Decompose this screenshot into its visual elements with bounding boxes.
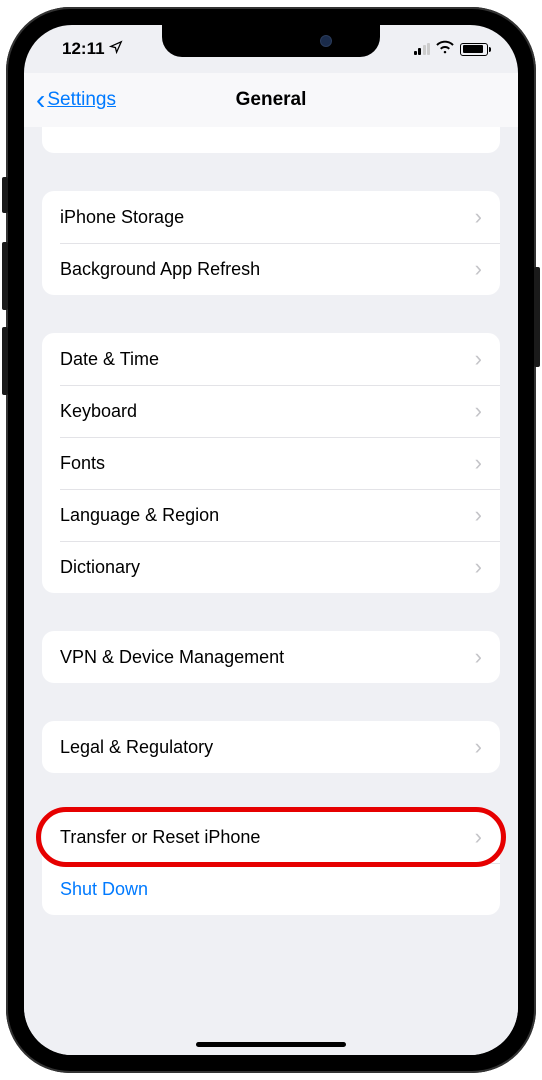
power-button	[534, 267, 540, 367]
row-language-region[interactable]: Language & Region ›	[42, 489, 500, 541]
front-camera	[320, 35, 332, 47]
home-indicator[interactable]	[196, 1042, 346, 1047]
volume-down-button	[2, 327, 8, 395]
row-transfer-reset[interactable]: Transfer or Reset iPhone ›	[42, 811, 500, 863]
row-label: Background App Refresh	[60, 259, 260, 280]
screen: 12:11 ‹	[24, 25, 518, 1055]
row-label: Language & Region	[60, 505, 219, 526]
row-keyboard[interactable]: Keyboard ›	[42, 385, 500, 437]
chevron-left-icon: ‹	[36, 86, 45, 114]
chevron-right-icon: ›	[475, 734, 482, 760]
chevron-right-icon: ›	[475, 256, 482, 282]
nav-bar: ‹ Settings General	[24, 73, 518, 127]
status-left: 12:11	[62, 39, 123, 59]
status-right	[414, 39, 489, 59]
chevron-right-icon: ›	[475, 450, 482, 476]
volume-up-button	[2, 242, 8, 310]
chevron-right-icon: ›	[475, 398, 482, 424]
chevron-right-icon: ›	[475, 204, 482, 230]
row-label: Dictionary	[60, 557, 140, 578]
section-group-1: iPhone Storage › Background App Refresh …	[42, 191, 500, 295]
chevron-right-icon: ›	[475, 824, 482, 850]
chevron-right-icon: ›	[475, 502, 482, 528]
mute-switch	[2, 177, 8, 213]
chevron-right-icon: ›	[475, 127, 482, 133]
row-dictionary[interactable]: Dictionary ›	[42, 541, 500, 593]
location-icon	[109, 39, 123, 59]
row-iphone-storage[interactable]: iPhone Storage ›	[42, 191, 500, 243]
row-fonts[interactable]: Fonts ›	[42, 437, 500, 489]
section-group-4: Legal & Regulatory ›	[42, 721, 500, 773]
section-group-0: CarPlay ›	[42, 127, 500, 153]
section-group-3: VPN & Device Management ›	[42, 631, 500, 683]
row-label: Date & Time	[60, 349, 159, 370]
wifi-icon	[436, 39, 454, 59]
row-label: iPhone Storage	[60, 207, 184, 228]
section-group-5: Transfer or Reset iPhone › Shut Down	[42, 811, 500, 915]
page-title: General	[236, 89, 307, 111]
row-carplay[interactable]: CarPlay ›	[42, 127, 500, 153]
battery-icon	[460, 43, 488, 56]
row-label: Transfer or Reset iPhone	[60, 827, 260, 848]
notch	[162, 25, 380, 57]
row-label: VPN & Device Management	[60, 647, 284, 668]
status-time: 12:11	[62, 39, 105, 59]
row-label: Fonts	[60, 453, 105, 474]
row-label: Legal & Regulatory	[60, 737, 213, 758]
cellular-signal-icon	[414, 43, 431, 55]
row-label: Shut Down	[60, 879, 148, 900]
row-shut-down[interactable]: Shut Down	[42, 863, 500, 915]
chevron-right-icon: ›	[475, 346, 482, 372]
chevron-right-icon: ›	[475, 644, 482, 670]
back-button[interactable]: ‹ Settings	[36, 86, 116, 114]
row-vpn-device-management[interactable]: VPN & Device Management ›	[42, 631, 500, 683]
row-background-refresh[interactable]: Background App Refresh ›	[42, 243, 500, 295]
phone-frame: 12:11 ‹	[6, 7, 536, 1073]
row-legal-regulatory[interactable]: Legal & Regulatory ›	[42, 721, 500, 773]
row-date-time[interactable]: Date & Time ›	[42, 333, 500, 385]
chevron-right-icon: ›	[475, 554, 482, 580]
content-scroll[interactable]: CarPlay › iPhone Storage › Background Ap…	[24, 127, 518, 1055]
back-label: Settings	[47, 89, 116, 111]
section-group-2: Date & Time › Keyboard › Fonts › Languag…	[42, 333, 500, 593]
row-label: Keyboard	[60, 401, 137, 422]
